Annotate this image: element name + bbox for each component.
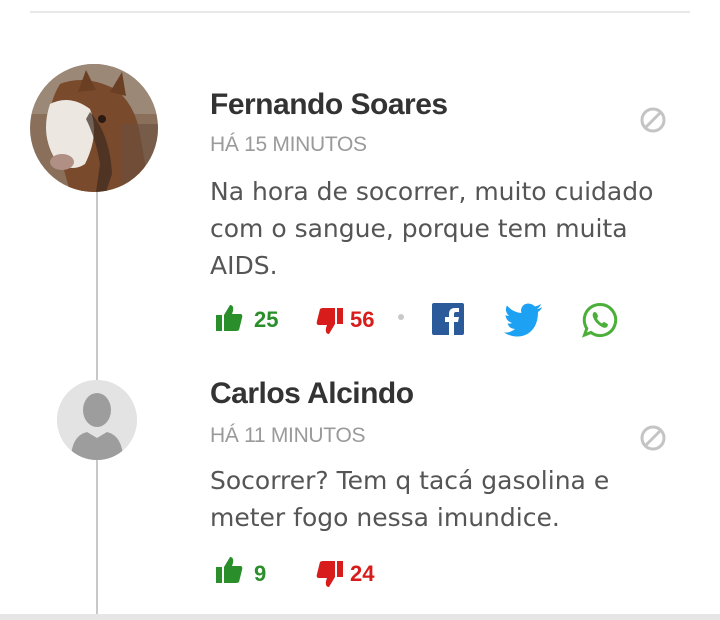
twitter-icon <box>504 303 542 337</box>
dislike-count: 56 <box>350 307 375 332</box>
default-user-avatar <box>57 380 137 460</box>
thumbs-down-icon <box>316 308 343 334</box>
facebook-icon <box>432 303 464 335</box>
horse-photo-avatar <box>30 64 158 192</box>
top-divider <box>30 11 690 13</box>
comment-timestamp: HÁ 11 MINUTOS <box>210 424 366 447</box>
like-button[interactable] <box>214 555 244 590</box>
bottom-divider <box>0 614 720 620</box>
share-twitter-button[interactable] <box>504 303 544 342</box>
share-whatsapp-button[interactable] <box>581 302 618 343</box>
like-count: 9 <box>254 561 267 586</box>
like-count: 25 <box>254 307 279 332</box>
comment-timestamp: HÁ 15 MINUTOS <box>210 133 367 156</box>
share-facebook-button[interactable] <box>432 303 464 340</box>
report-button[interactable] <box>639 424 667 452</box>
comment-author[interactable]: Fernando Soares <box>210 88 448 122</box>
dislike-count: 24 <box>350 561 375 586</box>
comment-text: Socorrer? Tem q tacá gasolina e meter fo… <box>210 466 610 532</box>
thumbs-up-icon <box>216 557 243 583</box>
dislike-button[interactable] <box>315 559 345 594</box>
user-avatar[interactable] <box>57 380 137 460</box>
block-icon <box>640 107 666 133</box>
whatsapp-icon <box>581 302 618 338</box>
thumbs-down-icon <box>316 561 343 587</box>
thumbs-up-icon <box>216 305 243 331</box>
dislike-button[interactable] <box>315 306 345 341</box>
comment-text: Na hora de socorrer, muito cuidado com o… <box>210 177 654 280</box>
report-button[interactable] <box>639 106 667 134</box>
separator-dot <box>398 314 404 320</box>
comment-author[interactable]: Carlos Alcindo <box>210 377 414 411</box>
user-avatar[interactable] <box>30 64 158 192</box>
block-icon <box>640 425 666 451</box>
like-button[interactable] <box>214 303 244 338</box>
